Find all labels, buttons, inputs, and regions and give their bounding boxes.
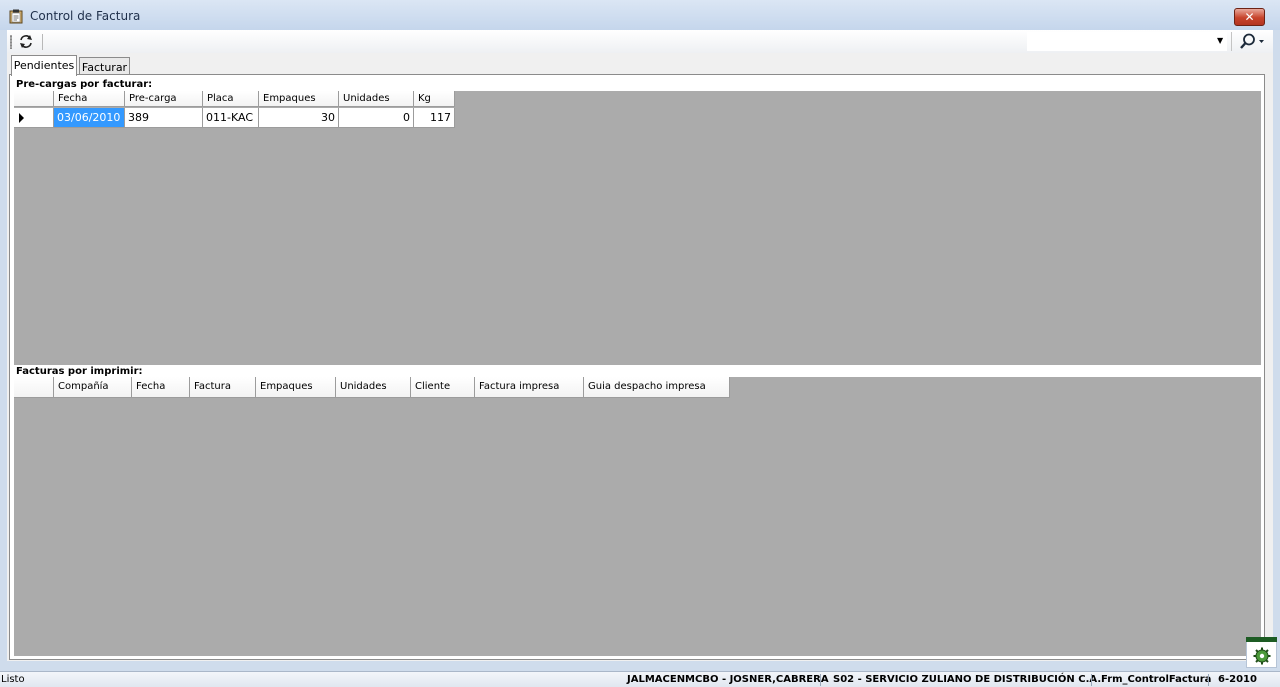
main-panel: Pendientes Facturar Pre-cargas por factu… [7, 53, 1273, 661]
table-row[interactable]: 03/06/2010 389 011-KAC 30 0 117 [14, 108, 455, 128]
cell-precarga[interactable]: 389 [125, 108, 203, 128]
row-selector[interactable] [14, 108, 54, 128]
facturas-header: Compañía Fecha Factura Empaques Unidades… [14, 377, 730, 398]
combo-dropdown-icon[interactable]: ▼ [1217, 36, 1223, 45]
column-header-unidades[interactable]: Unidades [339, 91, 414, 107]
column-header-unidades[interactable]: Unidades [336, 377, 411, 398]
status-bar: Listo JALMACENMCBO - JOSNER,CABRERA S02 … [0, 671, 1280, 687]
toolbar: ▼ [7, 30, 1273, 53]
status-separator [820, 674, 821, 686]
close-button[interactable]: ✕ [1234, 8, 1265, 26]
precargas-grid[interactable]: Fecha Pre-carga Placa Empaques Unidades … [14, 91, 1261, 365]
clipboard-icon [9, 9, 23, 24]
column-header-factura-impresa[interactable]: Factura impresa [475, 377, 584, 398]
cell-placa[interactable]: 011-KAC [203, 108, 259, 128]
current-row-icon [19, 113, 24, 123]
column-header-guia-despacho-impresa[interactable]: Guia despacho impresa [584, 377, 730, 398]
toolbar-separator [42, 34, 43, 50]
status-state: Listo [1, 674, 25, 685]
window-titlebar: Control de Factura ✕ [0, 0, 1280, 30]
window-title: Control de Factura [30, 9, 141, 23]
column-header-fecha[interactable]: Fecha [132, 377, 190, 398]
column-header-empaques[interactable]: Empaques [256, 377, 336, 398]
cell-empaques[interactable]: 30 [259, 108, 339, 128]
status-separator [1208, 674, 1209, 686]
tab-pendientes[interactable]: Pendientes [11, 55, 77, 76]
toolbar-grip[interactable] [10, 35, 12, 49]
column-header-precarga[interactable]: Pre-carga [125, 91, 203, 107]
facturas-label: Facturas por imprimir: [16, 366, 143, 377]
precargas-label: Pre-cargas por facturar: [16, 79, 153, 90]
precargas-header: Fecha Pre-carga Placa Empaques Unidades … [14, 91, 455, 107]
facturas-grid[interactable]: Compañía Fecha Factura Empaques Unidades… [14, 377, 1261, 656]
column-header-placa[interactable]: Placa [203, 91, 259, 107]
cell-unidades[interactable]: 0 [339, 108, 414, 128]
column-header-kg[interactable]: Kg [414, 91, 455, 107]
gear-icon [1253, 647, 1271, 665]
corner-action-button[interactable] [1246, 637, 1277, 668]
status-user: JALMACENMCBO - JOSNER,CABRERA [627, 674, 829, 685]
cell-kg[interactable]: 117 [414, 108, 455, 128]
status-company: S02 - SERVICIO ZULIANO DE DISTRIBUCIÓN C… [833, 674, 1102, 685]
column-header-compania[interactable]: Compañía [54, 377, 132, 398]
tab-content: Pre-cargas por facturar: Fecha Pre-carga… [9, 74, 1265, 660]
status-period: 6-2010 [1218, 674, 1257, 685]
column-header-fecha[interactable]: Fecha [54, 91, 125, 107]
status-separator [1091, 674, 1092, 686]
toolbar-combo-input[interactable] [1027, 32, 1227, 51]
toolbar-separator [1231, 32, 1232, 51]
cell-fecha[interactable]: 03/06/2010 [54, 108, 125, 128]
status-form: Frm_ControlFactura [1101, 674, 1212, 685]
row-header-corner [14, 91, 54, 107]
refresh-icon[interactable] [17, 33, 35, 50]
row-header-corner [14, 377, 54, 398]
find-icon[interactable] [1236, 32, 1266, 51]
column-header-factura[interactable]: Factura [190, 377, 256, 398]
column-header-cliente[interactable]: Cliente [411, 377, 475, 398]
column-header-empaques[interactable]: Empaques [259, 91, 339, 107]
